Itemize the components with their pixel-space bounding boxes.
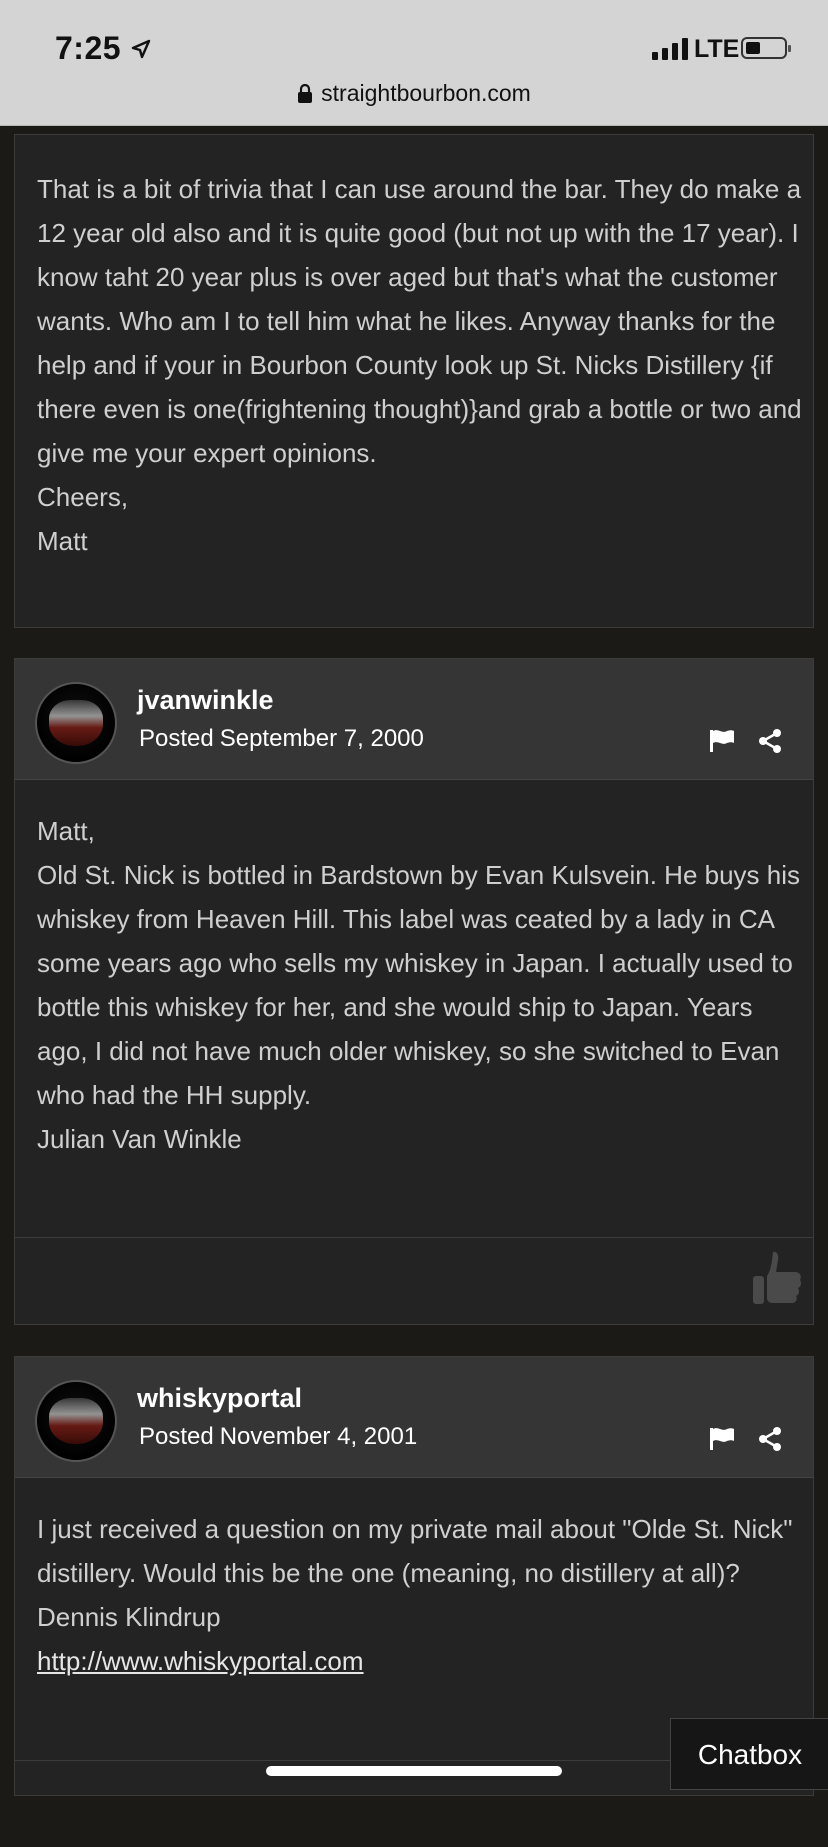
post-date: Posted September 7, 2000 [139,725,424,753]
network-type: LTE [694,35,740,63]
url-text: straightbourbon.com [321,80,531,106]
post-1: That is a bit of trivia that I can use a… [14,134,814,628]
post-text: Dennis Klindrup [37,1602,221,1632]
share-icon[interactable] [758,1427,782,1451]
share-icon[interactable] [758,729,782,753]
browser-top-bar: 7:25 LTE straightbourbon.com [0,0,828,126]
status-time: 7:25 [55,30,122,66]
report-flag-icon[interactable] [709,1427,735,1451]
battery-icon [741,37,791,59]
author-username[interactable]: whiskyportal [137,1383,302,1414]
post-text: Old St. Nick is bottled in Bardstown by … [37,860,801,1110]
avatar[interactable] [35,682,117,764]
post-text: That is a bit of trivia that I can use a… [37,174,802,468]
posted-date: September 7, 2000 [219,725,424,752]
author-username[interactable]: jvanwinkle [137,685,274,716]
posted-label: Posted [139,725,214,752]
post-body: Matt, Old St. Nick is bottled in Bardsto… [37,809,807,1161]
post-body: I just received a question on my private… [37,1507,807,1683]
post-text: Julian Van Winkle [37,1124,242,1154]
posted-date: November 4, 2001 [219,1423,418,1450]
post-text: I just received a question on my private… [37,1514,793,1588]
post-link[interactable]: http://www.whiskyportal.com [37,1646,364,1676]
posted-label: Posted [139,1423,214,1450]
reactions-bar [15,1237,813,1324]
post-text: Cheers, [37,482,129,512]
post-header: jvanwinkle Posted September 7, 2000 [15,659,813,780]
thumbs-up-icon[interactable] [751,1250,803,1312]
address-bar[interactable]: straightbourbon.com [0,80,828,107]
location-arrow-icon [131,39,151,59]
home-indicator[interactable] [266,1766,562,1776]
avatar[interactable] [35,1380,117,1462]
post-2: jvanwinkle Posted September 7, 2000 Matt,… [14,658,814,1325]
post-body: That is a bit of trivia that I can use a… [37,167,807,563]
post-header: whiskyportal Posted November 4, 2001 [15,1357,813,1478]
cellular-signal-icon [652,38,688,60]
post-text: Matt [37,526,88,556]
post-date: Posted November 4, 2001 [139,1423,417,1451]
lock-icon [298,84,313,103]
report-flag-icon[interactable] [709,729,735,753]
chatbox-button[interactable]: Chatbox [670,1718,828,1790]
post-text: Matt, [37,816,95,846]
